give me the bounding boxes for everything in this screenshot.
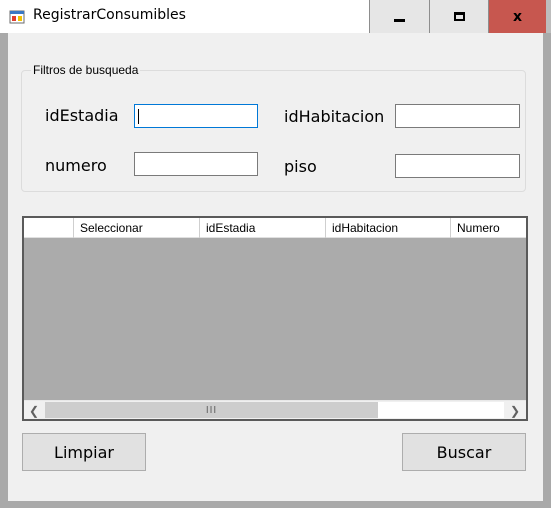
row-header-column[interactable] bbox=[24, 218, 74, 238]
window-title: RegistrarConsumibles bbox=[33, 7, 186, 23]
minimize-icon bbox=[394, 19, 405, 22]
horizontal-scrollbar[interactable]: ❮ III ❯ bbox=[24, 400, 526, 419]
buscar-button[interactable]: Buscar bbox=[402, 433, 526, 471]
form-client-area: Filtros de busqueda idEstadia idHabitaci… bbox=[8, 33, 543, 501]
column-header-idestadia[interactable]: idEstadia bbox=[200, 218, 326, 238]
registrar-consumibles-window: RegistrarConsumibles x Filtros de busque… bbox=[0, 0, 551, 508]
column-header-idhabitacion[interactable]: idHabitacion bbox=[326, 218, 451, 238]
idhabitacion-label: idHabitacion bbox=[284, 107, 385, 126]
chevron-right-icon: ❯ bbox=[509, 403, 521, 418]
grip-icon: III bbox=[205, 404, 218, 416]
app-icon bbox=[9, 10, 25, 24]
numero-input[interactable] bbox=[134, 152, 258, 176]
numero-label: numero bbox=[45, 156, 107, 175]
scroll-thumb[interactable]: III bbox=[45, 402, 378, 418]
text-caret bbox=[138, 109, 139, 124]
piso-input[interactable] bbox=[395, 154, 520, 178]
close-icon: x bbox=[512, 8, 523, 25]
groupbox-legend: Filtros de busqueda bbox=[31, 63, 141, 77]
idestadia-label: idEstadia bbox=[45, 106, 119, 125]
grid-header-row: Seleccionar idEstadia idHabitacion Numer… bbox=[24, 218, 526, 238]
window-frame-edge bbox=[546, 0, 551, 33]
scroll-track[interactable] bbox=[378, 402, 504, 418]
column-header-seleccionar[interactable]: Seleccionar bbox=[74, 218, 200, 238]
title-bar[interactable]: RegistrarConsumibles x bbox=[0, 0, 551, 33]
idhabitacion-input[interactable] bbox=[395, 104, 520, 128]
maximize-button[interactable] bbox=[429, 0, 488, 33]
column-header-numero[interactable]: Numero bbox=[451, 218, 526, 238]
chevron-left-icon: ❮ bbox=[28, 403, 40, 418]
scroll-left-button[interactable]: ❮ bbox=[24, 401, 44, 419]
close-button[interactable]: x bbox=[488, 0, 546, 33]
scroll-right-button[interactable]: ❯ bbox=[505, 401, 525, 419]
minimize-button[interactable] bbox=[369, 0, 429, 33]
idestadia-input[interactable] bbox=[134, 104, 258, 128]
maximize-icon bbox=[453, 12, 465, 21]
limpiar-button[interactable]: Limpiar bbox=[22, 433, 146, 471]
consumibles-datagrid[interactable]: Seleccionar idEstadia idHabitacion Numer… bbox=[22, 216, 528, 421]
piso-label: piso bbox=[284, 157, 317, 176]
